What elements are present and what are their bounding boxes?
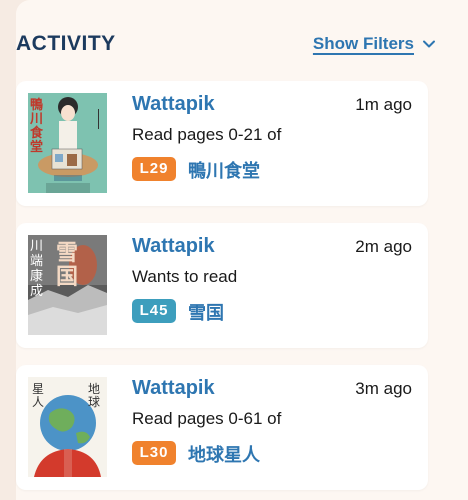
show-filters-button[interactable]: Show Filters xyxy=(313,34,436,54)
book-cover-chikyuseijin[interactable]: 星人 地球 xyxy=(28,377,107,477)
show-filters-label[interactable]: Show Filters xyxy=(313,34,414,54)
activity-card[interactable]: 川端康成 雪国 Wattapik 2m ago Wants to read L4… xyxy=(16,223,428,348)
activity-header: ACTIVITY Show Filters xyxy=(16,30,436,62)
user-link[interactable]: Wattapik xyxy=(132,377,215,400)
activity-time: 3m ago xyxy=(355,379,412,398)
cover-title: 鴨川食堂 xyxy=(30,98,44,155)
activity-action: Wants to read xyxy=(132,267,238,286)
activity-action: Read pages 0-21 of xyxy=(132,125,282,144)
user-link[interactable]: Wattapik xyxy=(132,93,215,116)
user-link[interactable]: Wattapik xyxy=(132,235,215,258)
level-badge: L29 xyxy=(132,157,176,181)
book-cover-yukiguni[interactable]: 川端康成 雪国 xyxy=(28,235,107,335)
cover-title: 雪国 xyxy=(56,240,79,290)
book-cover-kamogawa[interactable]: 鴨川食堂 xyxy=(28,93,107,193)
book-title-link[interactable]: 鴨川食堂 xyxy=(188,157,260,183)
cover-author: 川端康成 xyxy=(30,239,44,299)
activity-card[interactable]: 鴨川食堂 Wattapik 1m ago Read pages 0-21 of … xyxy=(16,81,428,206)
activity-time: 2m ago xyxy=(355,237,412,256)
chevron-down-icon[interactable] xyxy=(422,37,436,51)
level-badge: L30 xyxy=(132,441,176,465)
book-title-link[interactable]: 地球星人 xyxy=(188,441,260,467)
level-badge: L45 xyxy=(132,299,176,323)
book-title-link[interactable]: 雪国 xyxy=(188,299,224,325)
activity-card[interactable]: 星人 地球 Wattapik 3m ago Read pages 0-61 of… xyxy=(16,365,428,490)
cover-title-left: 星人 xyxy=(32,382,45,409)
activity-time: 1m ago xyxy=(355,95,412,114)
page-title: ACTIVITY xyxy=(16,32,116,55)
cover-title-right: 地球 xyxy=(88,382,101,409)
activity-action: Read pages 0-61 of xyxy=(132,409,282,428)
